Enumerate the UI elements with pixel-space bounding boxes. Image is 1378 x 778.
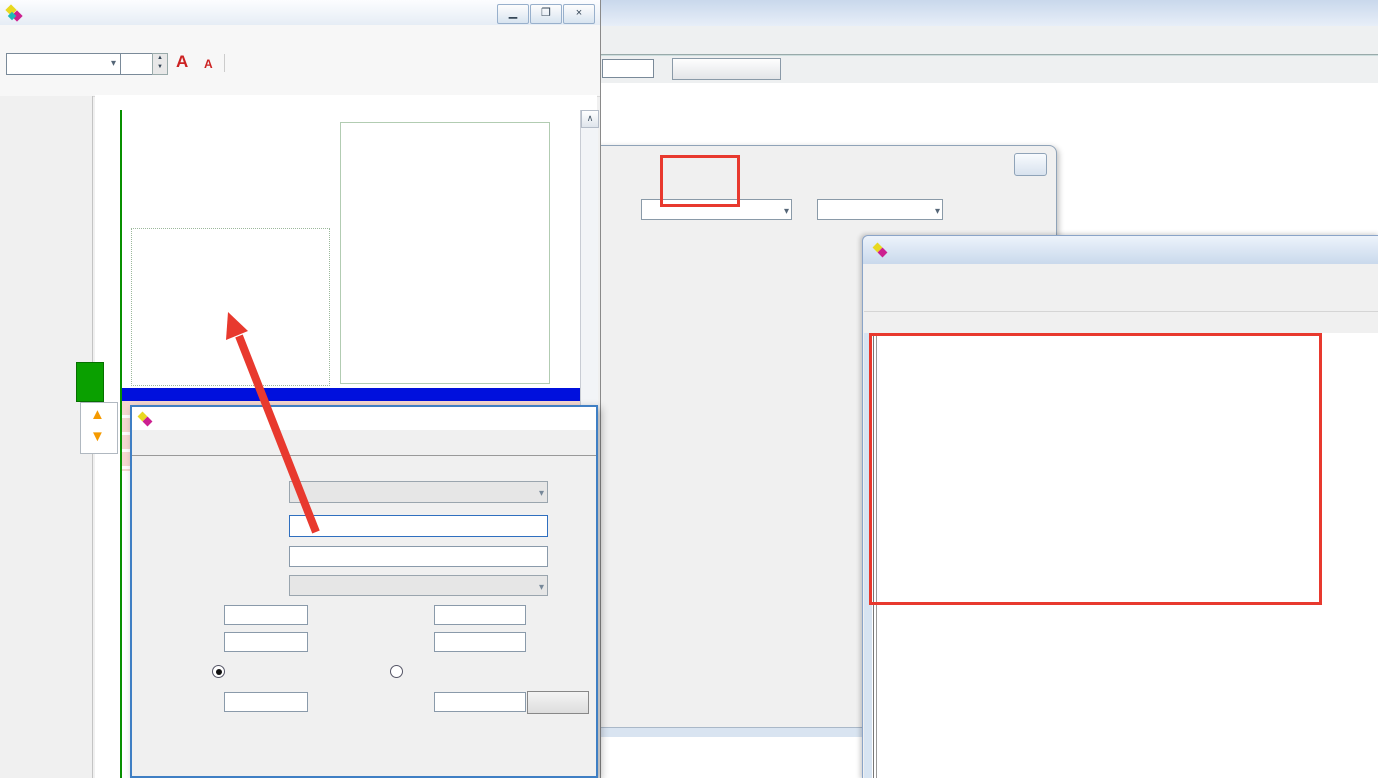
script-window-titlebar bbox=[863, 236, 1378, 264]
chevron-down-icon: ▾ bbox=[539, 484, 544, 503]
main-toolbar-strip bbox=[598, 26, 1378, 54]
page-header-band[interactable] bbox=[122, 388, 580, 401]
app-icon bbox=[6, 4, 24, 22]
move-down-icon[interactable]: ▼ bbox=[90, 428, 105, 445]
photo-placeholder-box[interactable] bbox=[340, 122, 550, 384]
employee-search-input[interactable] bbox=[602, 59, 654, 78]
maximize-button[interactable]: ❐ bbox=[530, 4, 562, 24]
select-employee-search-button[interactable] bbox=[672, 58, 781, 80]
chevron-down-icon: ▾ bbox=[935, 203, 940, 221]
move-up-icon[interactable]: ▲ bbox=[90, 406, 105, 423]
width-input[interactable] bbox=[224, 632, 308, 652]
script-toolbar bbox=[864, 264, 1378, 312]
scroll-up-arrow[interactable]: ∧ bbox=[581, 110, 599, 128]
close-button[interactable] bbox=[1014, 153, 1047, 176]
designer-font-toolbar: ▾ ▲▼ A A bbox=[0, 50, 600, 78]
font-color-input[interactable] bbox=[224, 692, 308, 712]
horizontal-ruler bbox=[95, 95, 597, 111]
increase-font-button[interactable]: A bbox=[176, 52, 188, 72]
y-input[interactable] bbox=[434, 605, 526, 625]
unit-pixel-radio[interactable] bbox=[212, 665, 225, 678]
order-arrows-panel: ▲ ▼ bbox=[80, 402, 118, 454]
fill-color-input[interactable] bbox=[434, 692, 526, 712]
main-window-titlebar bbox=[598, 0, 1378, 26]
app-icon bbox=[138, 411, 154, 427]
font-size-stepper[interactable]: ▲▼ bbox=[152, 53, 168, 75]
divider bbox=[132, 455, 596, 456]
height-input[interactable] bbox=[434, 632, 526, 652]
annotation-box-code bbox=[869, 333, 1322, 605]
object-id-input[interactable] bbox=[289, 515, 548, 537]
qr-object-selection[interactable] bbox=[131, 228, 330, 386]
designer-file-toolbar bbox=[0, 25, 600, 50]
transparent-bg-button[interactable] bbox=[527, 691, 589, 714]
annotation-box-badge-button bbox=[660, 155, 740, 207]
print-mode-select[interactable]: ▾ bbox=[289, 575, 548, 596]
property-dialog: ▾ ▾ bbox=[130, 405, 598, 778]
decrease-font-button[interactable]: A bbox=[204, 57, 213, 71]
font-family-select[interactable]: ▾ bbox=[6, 53, 121, 75]
x-input[interactable] bbox=[224, 605, 308, 625]
object-type-select[interactable]: ▾ bbox=[289, 481, 548, 503]
app-icon bbox=[873, 242, 889, 258]
dialog-titlebar bbox=[132, 407, 596, 430]
font-size-input[interactable] bbox=[120, 53, 156, 75]
close-icon[interactable] bbox=[572, 410, 592, 427]
chevron-down-icon: ▾ bbox=[784, 203, 789, 221]
chevron-down-icon: ▾ bbox=[539, 578, 544, 597]
unit-cm-radio[interactable] bbox=[390, 665, 403, 678]
print-content-input[interactable] bbox=[289, 546, 548, 567]
color-swatch-green bbox=[76, 362, 104, 402]
close-button[interactable]: × bbox=[563, 4, 595, 24]
dept-select[interactable]: ▾ bbox=[817, 199, 943, 220]
minimize-button[interactable]: ▁ bbox=[497, 4, 529, 24]
divider bbox=[224, 54, 225, 72]
chevron-down-icon: ▾ bbox=[111, 54, 116, 73]
